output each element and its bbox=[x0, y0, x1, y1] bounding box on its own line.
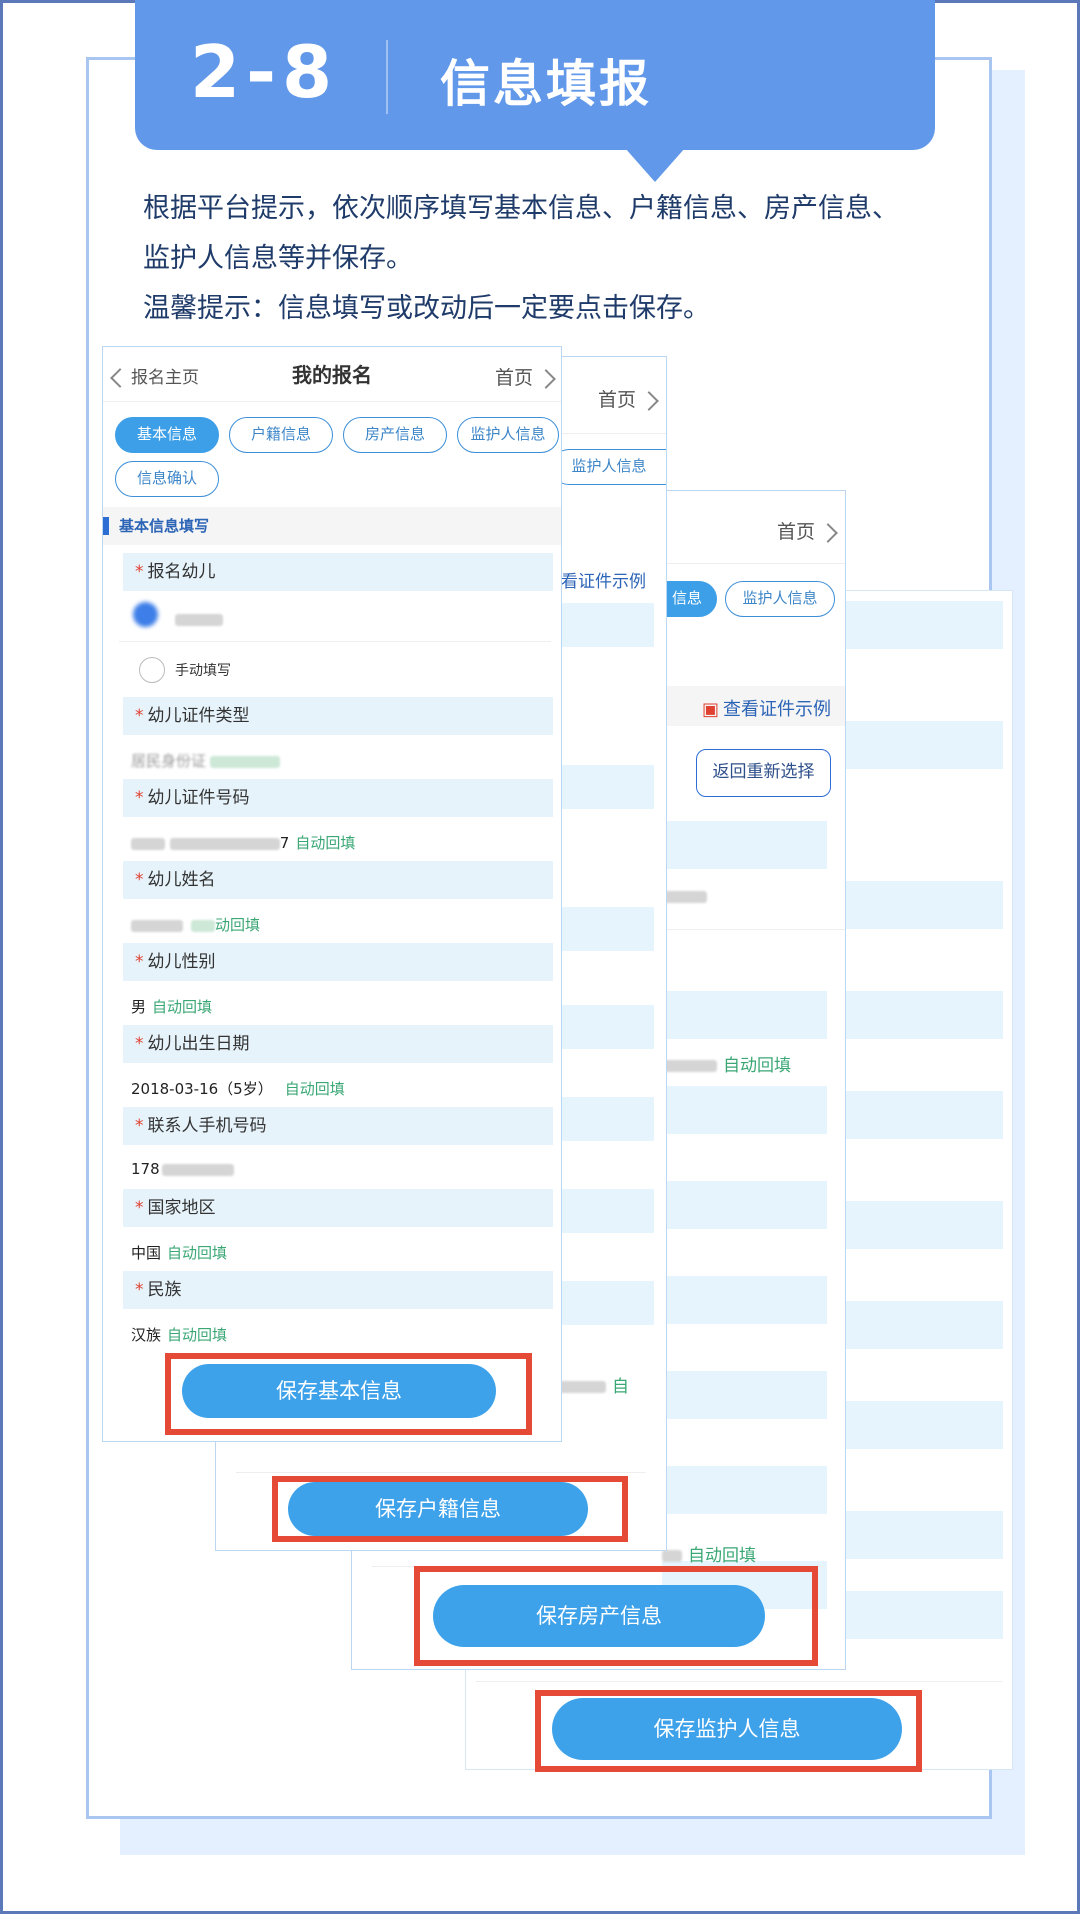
highlight-box bbox=[272, 1476, 628, 1542]
step-title: 信息填报 bbox=[440, 55, 652, 113]
field-label: * 联系人手机号码 bbox=[123, 1107, 553, 1145]
manual-fill-radio[interactable] bbox=[139, 657, 165, 683]
field-label: * 幼儿证件号码 bbox=[123, 779, 553, 817]
basic-info-panel: 报名主页 我的报名 首页 基本信息 户籍信息 房产信息 监护人信息 信息确认 基… bbox=[102, 346, 562, 1442]
field-label: * 民族 bbox=[123, 1271, 553, 1309]
view-id-example-link[interactable]: ▣ 查看证件示例 bbox=[702, 695, 831, 721]
instruction-line-1: 根据平台提示，依次顺序填写基本信息、户籍信息、房产信息、 bbox=[143, 193, 899, 224]
field-value-birth-date: 2018-03-16（5岁） 自动回填 bbox=[131, 1080, 345, 1098]
tab-household-info[interactable]: 户籍信息 bbox=[229, 417, 333, 453]
auto-fill-label: 自动回填 bbox=[688, 1546, 756, 1566]
banner-divider bbox=[386, 40, 388, 114]
field-label: * 幼儿证件类型 bbox=[123, 697, 553, 735]
home-link[interactable]: 首页 bbox=[495, 363, 556, 390]
field-value-gender: 男自动回填 bbox=[131, 998, 213, 1016]
banner-pointer bbox=[625, 148, 685, 182]
chevron-right-icon bbox=[818, 522, 838, 543]
instruction-line-2: 监护人信息等并保存。 bbox=[143, 243, 413, 274]
highlight-box bbox=[414, 1566, 818, 1666]
page-title: 我的报名 bbox=[292, 363, 372, 387]
home-link[interactable]: 首页 bbox=[777, 517, 838, 544]
field-value-id-type: 居民身份证 bbox=[131, 750, 281, 771]
chevron-right-icon bbox=[639, 390, 659, 411]
field-label: * 幼儿出生日期 bbox=[123, 1025, 553, 1063]
auto-fill-label: 自 bbox=[612, 1377, 629, 1397]
highlight-box bbox=[165, 1353, 532, 1435]
instruction-line-3: 温馨提示：信息填写或改动后一定要点击保存。 bbox=[143, 293, 710, 324]
chevron-right-icon bbox=[536, 368, 556, 389]
tab-guardian[interactable]: 监护人信息 bbox=[551, 449, 666, 485]
view-id-example-link[interactable]: 看证件示例 bbox=[561, 567, 646, 592]
field-label-child: * 报名幼儿 bbox=[123, 553, 553, 591]
field-label: * 幼儿姓名 bbox=[123, 861, 553, 899]
id-card-icon: ▣ bbox=[701, 699, 719, 720]
field-label: * 国家地区 bbox=[123, 1189, 553, 1227]
step-number: 2-8 bbox=[190, 30, 339, 114]
tab-basic-info[interactable]: 基本信息 bbox=[115, 417, 219, 453]
reselect-button[interactable]: 返回重新选择 bbox=[696, 749, 831, 797]
field-label: * 幼儿性别 bbox=[123, 943, 553, 981]
field-value-phone: 178 bbox=[131, 1160, 234, 1178]
home-link[interactable]: 首页 bbox=[598, 385, 659, 412]
field-value-ethnicity: 汉族 自动回填 bbox=[131, 1326, 228, 1344]
field-value-child-name: 动回填 bbox=[131, 914, 260, 935]
manual-fill-label: 手动填写 bbox=[175, 663, 231, 679]
child-avatar[interactable] bbox=[133, 602, 158, 627]
section-title: 基本信息填写 bbox=[119, 517, 210, 535]
tab-property-info[interactable]: 房产信息 bbox=[343, 417, 447, 453]
highlight-box bbox=[535, 1690, 922, 1772]
tab-guardian[interactable]: 监护人信息 bbox=[725, 581, 835, 617]
auto-fill-label: 自动回填 bbox=[723, 1056, 791, 1076]
tab-confirm-info[interactable]: 信息确认 bbox=[115, 461, 219, 497]
field-value-country: 中国 自动回填 bbox=[131, 1244, 228, 1262]
field-value-id-number: 7 自动回填 bbox=[131, 832, 355, 853]
tab-guardian-info[interactable]: 监护人信息 bbox=[457, 417, 559, 453]
section-header: 基本信息填写 bbox=[103, 507, 561, 545]
